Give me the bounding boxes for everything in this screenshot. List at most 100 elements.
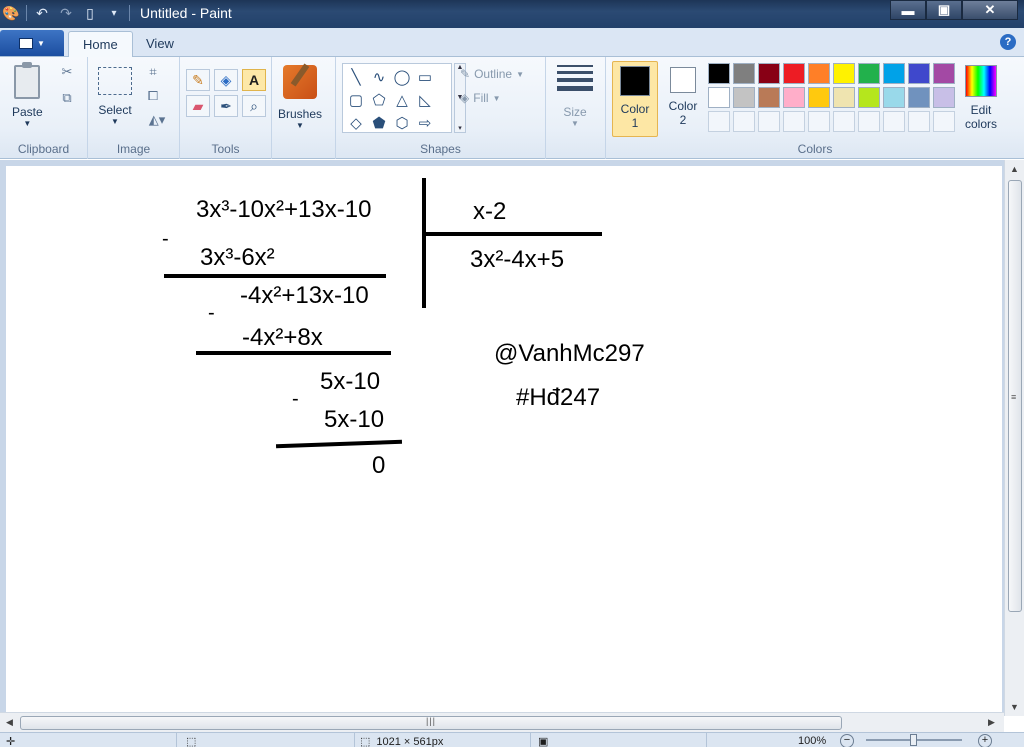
- chevron-down-icon: ▼: [37, 38, 45, 48]
- palette-color-swatch[interactable]: [833, 63, 855, 84]
- palette-color-swatch[interactable]: [708, 63, 730, 84]
- eraser-icon[interactable]: ▰: [186, 95, 210, 117]
- chevron-down-icon: ▼: [296, 121, 304, 130]
- custom-color-slot[interactable]: [783, 111, 805, 132]
- line-shape-icon[interactable]: ╲: [345, 66, 367, 88]
- hexagon-shape-icon[interactable]: ⬡: [391, 112, 413, 134]
- palette-color-swatch[interactable]: [733, 63, 755, 84]
- brushes-button[interactable]: Brushes ▼: [278, 65, 322, 130]
- outline-button[interactable]: ✎ Outline ▼: [460, 67, 524, 81]
- edit-colors-button[interactable]: Edit colors: [958, 63, 1004, 131]
- redo-icon[interactable]: ↷: [57, 4, 75, 22]
- palette-color-swatch[interactable]: [933, 63, 955, 84]
- curve-shape-icon[interactable]: ∿: [368, 66, 390, 88]
- division-line-2: [196, 351, 391, 355]
- customize-toolbar-icon[interactable]: ▾: [105, 4, 123, 22]
- maximize-button[interactable]: ▣: [926, 0, 962, 20]
- select-button[interactable]: Select ▼: [98, 67, 132, 126]
- custom-color-slot[interactable]: [858, 111, 880, 132]
- pencil-icon[interactable]: ✎: [186, 69, 210, 91]
- magnifier-icon[interactable]: ⌕: [242, 95, 266, 117]
- palette-color-swatch[interactable]: [708, 87, 730, 108]
- palette-color-swatch[interactable]: [883, 87, 905, 108]
- custom-color-slot[interactable]: [833, 111, 855, 132]
- remainder-2: 5x-10: [320, 368, 381, 395]
- copy-icon[interactable]: ⧉: [58, 89, 76, 107]
- close-button[interactable]: ✕: [962, 0, 1018, 20]
- custom-color-slot[interactable]: [708, 111, 730, 132]
- palette-color-swatch[interactable]: [783, 63, 805, 84]
- triangle-shape-icon[interactable]: △: [391, 89, 413, 111]
- tools-grid: ✎ ◈ A ▰ ✒ ⌕: [186, 69, 266, 117]
- vertical-scrollbar[interactable]: ▲ ≡ ▼: [1004, 160, 1024, 716]
- palette-color-swatch[interactable]: [858, 63, 880, 84]
- oval-shape-icon[interactable]: ◯: [391, 66, 413, 88]
- horizontal-scrollbar[interactable]: ◀ ||| ▶: [0, 712, 1004, 732]
- size-button[interactable]: Size ▼: [557, 65, 593, 128]
- palette-color-swatch[interactable]: [733, 87, 755, 108]
- custom-color-slot[interactable]: [883, 111, 905, 132]
- text-icon[interactable]: A: [242, 69, 266, 91]
- arrow-shape-icon[interactable]: ⇨: [414, 112, 436, 134]
- custom-color-slot[interactable]: [733, 111, 755, 132]
- crop-icon[interactable]: ⌗: [144, 63, 162, 81]
- fill-icon[interactable]: ◈: [214, 69, 238, 91]
- polygon-shape-icon[interactable]: ⬠: [368, 89, 390, 111]
- scroll-up-arrow-icon[interactable]: ▲: [1010, 164, 1019, 174]
- tab-view[interactable]: View: [132, 31, 188, 57]
- rotate-icon[interactable]: ◭▾: [144, 111, 170, 129]
- palette-color-swatch[interactable]: [908, 87, 930, 108]
- new-document-icon[interactable]: ▯: [81, 4, 99, 22]
- help-icon[interactable]: ?: [1000, 34, 1016, 50]
- zoom-in-button[interactable]: +: [978, 734, 992, 747]
- scroll-down-arrow-icon[interactable]: ▼: [1010, 702, 1019, 712]
- rounded-rectangle-shape-icon[interactable]: ▢: [345, 89, 367, 111]
- cut-icon[interactable]: ✂: [58, 63, 76, 81]
- palette-color-swatch[interactable]: [833, 87, 855, 108]
- palette-color-swatch[interactable]: [858, 87, 880, 108]
- diamond-shape-icon[interactable]: ◇: [345, 112, 367, 134]
- drawing-canvas[interactable]: 3x³-10x²+13x-10 - 3x³-6x² -4x²+13x-10 - …: [6, 166, 1002, 716]
- custom-color-slot[interactable]: [908, 111, 930, 132]
- edit-colors-icon: [965, 65, 997, 97]
- scroll-right-arrow-icon[interactable]: ▶: [988, 717, 995, 728]
- custom-color-slot[interactable]: [758, 111, 780, 132]
- fill-button[interactable]: ◈ Fill ▼: [460, 91, 500, 105]
- pentagon-shape-icon[interactable]: ⬟: [368, 112, 390, 134]
- palette-color-swatch[interactable]: [758, 87, 780, 108]
- separator: [176, 733, 177, 747]
- rectangle-shape-icon[interactable]: ▭: [414, 66, 436, 88]
- zoom-slider[interactable]: [866, 734, 962, 746]
- fill-shape-icon: ◈: [460, 91, 470, 105]
- zoom-out-button[interactable]: −: [840, 734, 854, 747]
- custom-color-slot[interactable]: [933, 111, 955, 132]
- custom-color-slot[interactable]: [808, 111, 830, 132]
- right-triangle-shape-icon[interactable]: ◺: [414, 89, 436, 111]
- subtrahend-3: 5x-10: [324, 406, 385, 433]
- file-menu-button[interactable]: ▼: [0, 30, 64, 56]
- minimize-button[interactable]: ▬: [890, 0, 926, 20]
- paint-app-icon[interactable]: 🎨: [2, 4, 20, 22]
- paste-button[interactable]: Paste ▼: [12, 62, 43, 128]
- title-bar: 🎨 ↶ ↷ ▯ ▾ Untitled - Paint ▬ ▣ ✕: [0, 0, 1024, 28]
- palette-color-swatch[interactable]: [808, 63, 830, 84]
- zoom-slider-knob[interactable]: [910, 734, 917, 746]
- palette-color-swatch[interactable]: [883, 63, 905, 84]
- color2-button[interactable]: Color 2: [660, 61, 706, 137]
- image-group: Select ▼ ⌗ ⧠ ◭▾ Image: [88, 57, 180, 159]
- expand-gallery-icon[interactable]: ▾: [458, 124, 462, 132]
- palette-color-swatch[interactable]: [933, 87, 955, 108]
- save-icon: ▣: [538, 736, 549, 747]
- palette-color-swatch[interactable]: [808, 87, 830, 108]
- palette-color-swatch[interactable]: [783, 87, 805, 108]
- color1-button[interactable]: Color 1: [612, 61, 658, 137]
- tab-home[interactable]: Home: [68, 31, 133, 57]
- resize-icon[interactable]: ⧠: [144, 87, 162, 105]
- scroll-left-arrow-icon[interactable]: ◀: [6, 717, 13, 728]
- color-picker-icon[interactable]: ✒: [214, 95, 238, 117]
- palette-color-swatch[interactable]: [908, 63, 930, 84]
- window-controls: ▬ ▣ ✕: [890, 0, 1018, 20]
- palette-color-swatch[interactable]: [758, 63, 780, 84]
- undo-icon[interactable]: ↶: [33, 4, 51, 22]
- subtrahend-2: -4x²+8x: [242, 324, 323, 351]
